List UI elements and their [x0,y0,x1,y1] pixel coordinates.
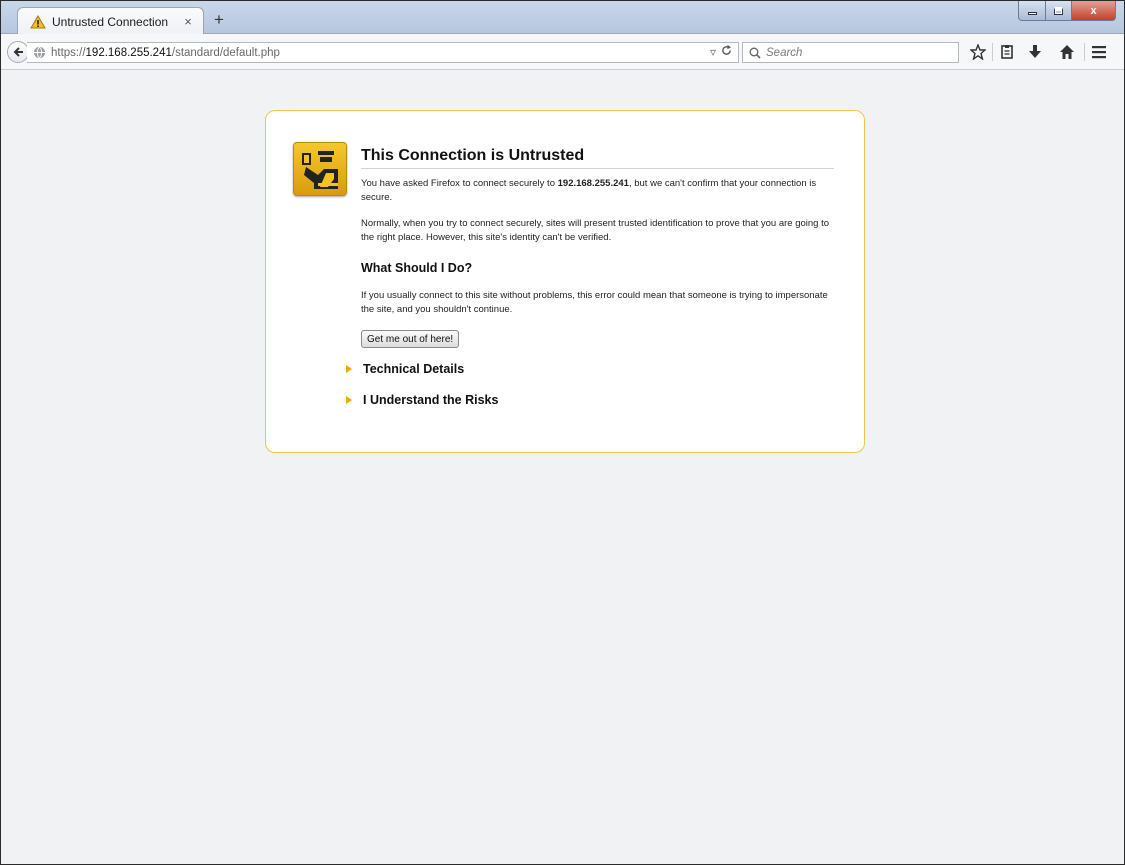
search-placeholder: Search [766,46,803,59]
globe-icon [33,46,46,59]
window-controls: x [1018,1,1116,21]
home-icon[interactable] [1056,40,1078,64]
certificate-officer-icon [293,142,347,196]
toolbar [967,40,1110,64]
url-path: /standard/default.php [171,46,280,59]
understand-risks-expander[interactable]: I Understand the Risks [346,393,498,407]
download-icon[interactable] [1024,40,1046,64]
reading-list-icon[interactable] [996,40,1018,64]
get-me-out-button[interactable]: Get me out of here! [361,330,460,348]
intro-text-before: You have asked Firefox to connect secure… [361,178,558,189]
navigation-bar: https://192.168.255.241/standard/default… [1,34,1124,70]
search-bar[interactable]: Search [742,42,959,63]
intro-paragraph: You have asked Firefox to connect secure… [361,177,831,204]
minimize-button[interactable] [1018,1,1046,21]
explanation-paragraph: Normally, when you try to connect secure… [361,218,830,243]
search-icon [749,47,761,59]
minimize-icon [1027,12,1037,15]
what-should-i-do-heading: What Should I Do? [361,261,473,275]
bookmark-star-icon[interactable] [967,40,989,64]
back-button[interactable] [7,41,29,63]
understand-risks-label: I Understand the Risks [363,393,499,407]
url-controls: ▿ [710,45,732,59]
intro-host: 192.168.255.241 [557,178,629,189]
url-scheme: https:// [51,46,86,59]
expand-arrow-icon [346,365,352,373]
advice-paragraph: If you usually connect to this site with… [361,290,828,315]
menu-icon[interactable] [1088,40,1110,64]
tab-untrusted-connection[interactable]: Untrusted Connection × [17,7,204,35]
reload-icon[interactable] [721,45,732,59]
technical-details-label: Technical Details [363,362,465,376]
tab-title: Untrusted Connection [52,14,169,29]
back-arrow-icon [13,47,23,57]
url-text: https://192.168.255.241/standard/default… [51,47,280,59]
tab-strip: Untrusted Connection × + x [1,1,1124,35]
url-dropdown-icon[interactable]: ▿ [710,45,716,59]
url-bar[interactable]: https://192.168.255.241/standard/default… [27,42,739,63]
maximize-icon [1054,6,1063,15]
close-window-button[interactable]: x [1072,1,1116,21]
maximize-button[interactable] [1046,1,1072,21]
toolbar-separator [1084,43,1085,61]
new-tab-button[interactable]: + [209,10,229,30]
toolbar-separator [992,43,993,61]
expand-arrow-icon [346,396,352,404]
warning-icon [30,14,46,29]
technical-details-expander[interactable]: Technical Details [346,362,464,376]
page-content: This Connection is Untrusted You have as… [1,71,1124,864]
error-title: This Connection is Untrusted [361,147,834,169]
url-host: 192.168.255.241 [85,46,172,59]
browser-window: Untrusted Connection × + x https://192.1… [0,0,1125,865]
tab-close-icon[interactable]: × [181,14,195,29]
error-container: This Connection is Untrusted You have as… [265,110,865,453]
